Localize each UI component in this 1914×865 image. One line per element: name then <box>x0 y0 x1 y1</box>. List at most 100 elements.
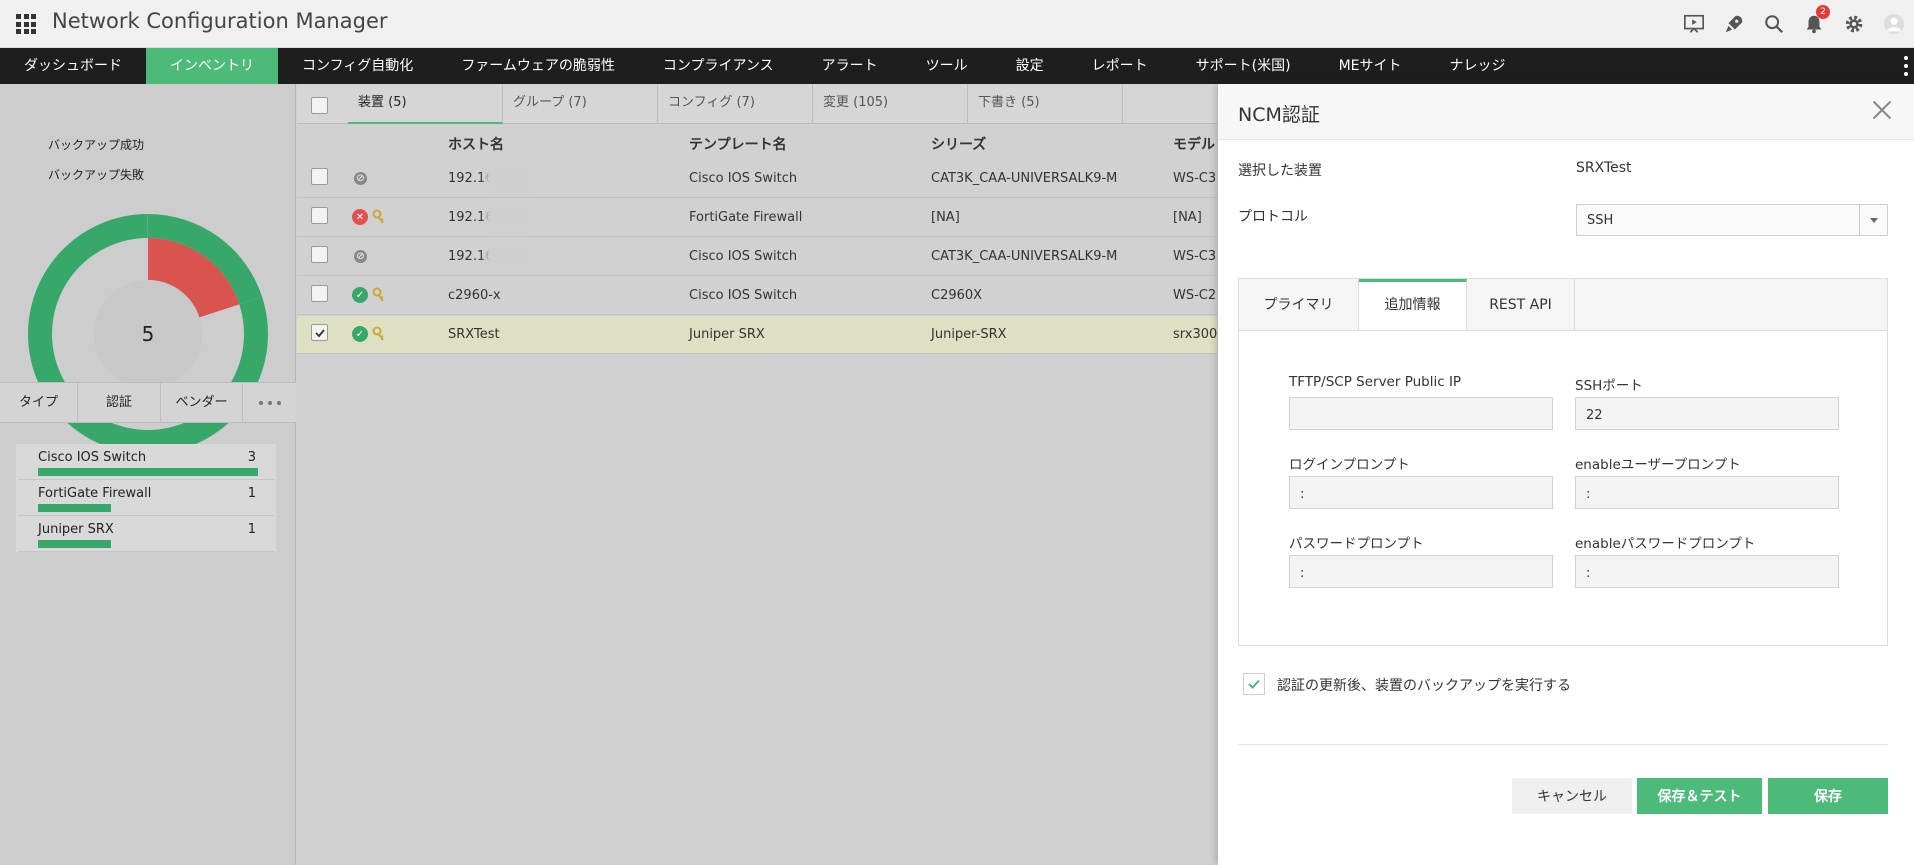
tab-changes[interactable]: 変更 (105) <box>813 84 968 124</box>
login-prompt-input[interactable]: : <box>1289 476 1553 509</box>
unknown-status-icon: ⊘ <box>354 172 367 185</box>
tab-additional-info[interactable]: 追加情報 <box>1359 279 1467 332</box>
tftp-label: TFTP/SCP Server Public IP <box>1289 374 1462 390</box>
panel-header <box>1218 84 1914 140</box>
user-avatar-icon[interactable] <box>1874 0 1914 48</box>
enable-user-prompt-input[interactable]: : <box>1575 476 1839 509</box>
cell-series: CAT3K_CAA-UNIVERSALK9-M <box>931 171 1118 186</box>
cancel-button[interactable]: キャンセル <box>1512 778 1632 814</box>
rocket-icon[interactable] <box>1714 0 1754 48</box>
auth-tabs: プライマリ 追加情報 REST API <box>1238 278 1888 332</box>
top-icons: 2 <box>1674 0 1914 48</box>
nav-item-2[interactable]: コンフィグ自動化 <box>278 48 437 84</box>
nav-item-11[interactable]: ナレッジ <box>1426 48 1530 84</box>
row-checkbox[interactable] <box>311 168 328 185</box>
tab-rest-api[interactable]: REST API <box>1467 279 1575 331</box>
type-list-item[interactable]: Juniper SRX 1 <box>18 516 274 552</box>
redacted-ip-mask <box>485 203 533 233</box>
tab-auth[interactable]: 認証 <box>78 383 161 422</box>
table-row[interactable]: ⊘ 192.168 Cisco IOS Switch CAT3K_CAA-UNIVER… <box>297 160 1217 198</box>
nav-item-5[interactable]: アラート <box>798 48 902 84</box>
col-hostname[interactable]: ホスト名 <box>448 134 504 154</box>
additional-info-form: TFTP/SCP Server Public IP SSHポート 22 ログイン… <box>1238 330 1888 646</box>
save-and-test-button[interactable]: 保存＆テスト <box>1637 778 1762 814</box>
tab-drafts[interactable]: 下書き (5) <box>968 84 1123 124</box>
cell-template: Juniper SRX <box>689 327 765 342</box>
type-bar <box>38 504 111 512</box>
tftp-input[interactable] <box>1289 397 1553 430</box>
nav-item-8[interactable]: レポート <box>1068 48 1172 84</box>
search-icon[interactable] <box>1754 0 1794 48</box>
main-nav: ダッシュボード インベントリ コンフィグ自動化 ファームウェアの脆弱性 コンプライアンス… <box>0 48 1914 84</box>
check-icon <box>1248 679 1260 689</box>
backup-checkbox[interactable] <box>1243 673 1265 695</box>
nav-item-10[interactable]: MEサイト <box>1315 48 1426 84</box>
divider <box>1238 744 1888 745</box>
type-list-item[interactable]: Cisco IOS Switch 3 <box>18 444 274 480</box>
row-checkbox[interactable] <box>311 324 328 341</box>
tab-type[interactable]: タイプ <box>0 383 78 422</box>
row-checkbox[interactable] <box>311 207 328 224</box>
cell-series: C2960X <box>931 288 983 303</box>
select-all-checkbox[interactable] <box>311 97 328 114</box>
more-tabs-icon[interactable] <box>243 383 296 422</box>
success-status-icon: ✓ <box>352 287 368 303</box>
tab-configs[interactable]: コンフィグ (7) <box>658 84 813 124</box>
row-checkbox[interactable] <box>311 246 328 263</box>
bell-icon[interactable]: 2 <box>1794 0 1834 48</box>
nav-item-4[interactable]: コンプライアンス <box>639 48 798 84</box>
app-grid-icon[interactable] <box>16 14 36 34</box>
legend-backup-success: バックアップ成功 <box>48 138 145 152</box>
left-summary-panel: バックアップ成功 バックアップ失敗 5 タイプ 認証 ベンダー Cisco IO… <box>0 84 296 865</box>
cell-hostname[interactable]: c2960-x <box>448 288 501 303</box>
tab-vendor[interactable]: ベンダー <box>161 383 243 422</box>
col-series[interactable]: シリーズ <box>931 134 986 154</box>
col-model[interactable]: モデル <box>1173 134 1215 154</box>
type-list-item[interactable]: FortiGate Firewall 1 <box>18 480 274 516</box>
donut-total-label: 5 <box>142 322 155 346</box>
chevron-down-icon[interactable] <box>1859 205 1887 235</box>
panel-title: NCM認証 <box>1238 104 1320 126</box>
row-checkbox[interactable] <box>311 285 328 302</box>
ssh-port-label: SSHポート <box>1575 378 1643 394</box>
more-vertical-icon[interactable] <box>1904 56 1908 76</box>
table-row[interactable]: ✕ 192.168 FortiGate Firewall [NA] [NA] <box>297 199 1217 237</box>
enable-user-prompt-label: enableユーザープロンプト <box>1575 457 1741 473</box>
password-prompt-input[interactable]: : <box>1289 555 1553 588</box>
table-row[interactable]: ✓ c2960-x Cisco IOS Switch C2960X WS-C2 <box>297 277 1217 315</box>
nav-item-1[interactable]: インベントリ <box>146 48 278 84</box>
cell-template: FortiGate Firewall <box>689 210 803 225</box>
redacted-ip-mask <box>485 242 533 272</box>
table-row[interactable]: ✓ SRXTest Juniper SRX Juniper-SRX srx300 <box>297 316 1217 354</box>
tab-devices[interactable]: 装置 (5) <box>348 84 503 124</box>
nav-item-0[interactable]: ダッシュボード <box>0 48 146 84</box>
success-status-icon: ✓ <box>352 326 368 342</box>
inventory-tabs: 装置 (5) グループ (7) コンフィグ (7) 変更 (105) 下書き (… <box>297 84 1217 124</box>
selected-device-value: SRXTest <box>1576 160 1632 176</box>
cell-hostname[interactable]: SRXTest <box>448 327 500 342</box>
gear-icon[interactable] <box>1834 0 1874 48</box>
nav-item-7[interactable]: 設定 <box>992 48 1068 84</box>
cell-series: Juniper-SRX <box>931 327 1007 342</box>
nav-item-9[interactable]: サポート(米国) <box>1172 48 1315 84</box>
close-icon[interactable] <box>1872 100 1892 120</box>
legend-backup-fail: バックアップ失敗 <box>48 168 145 182</box>
top-bar: Network Configuration Manager 2 <box>0 0 1914 48</box>
protocol-select[interactable]: SSH <box>1576 204 1888 236</box>
enable-password-prompt-input[interactable]: : <box>1575 555 1839 588</box>
key-icon <box>372 287 384 302</box>
ssh-port-input[interactable]: 22 <box>1575 397 1839 430</box>
table-row[interactable]: ⊘ 192.168 Cisco IOS Switch CAT3K_CAA-UNIVER… <box>297 238 1217 276</box>
protocol-label: プロトコル <box>1238 209 1308 225</box>
col-template[interactable]: テンプレート名 <box>689 134 787 154</box>
tab-primary[interactable]: プライマリ <box>1239 279 1359 331</box>
save-button[interactable]: 保存 <box>1768 778 1888 814</box>
cell-model: [NA] <box>1173 210 1202 225</box>
nav-item-6[interactable]: ツール <box>902 48 992 84</box>
app-title: Network Configuration Manager <box>52 9 388 33</box>
backup-checkbox-label[interactable]: 認証の更新後、装置のバックアップを実行する <box>1277 675 1571 695</box>
cell-model: WS-C3 <box>1173 249 1217 264</box>
presentation-icon[interactable] <box>1674 0 1714 48</box>
tab-groups[interactable]: グループ (7) <box>503 84 658 124</box>
nav-item-3[interactable]: ファームウェアの脆弱性 <box>437 48 639 84</box>
